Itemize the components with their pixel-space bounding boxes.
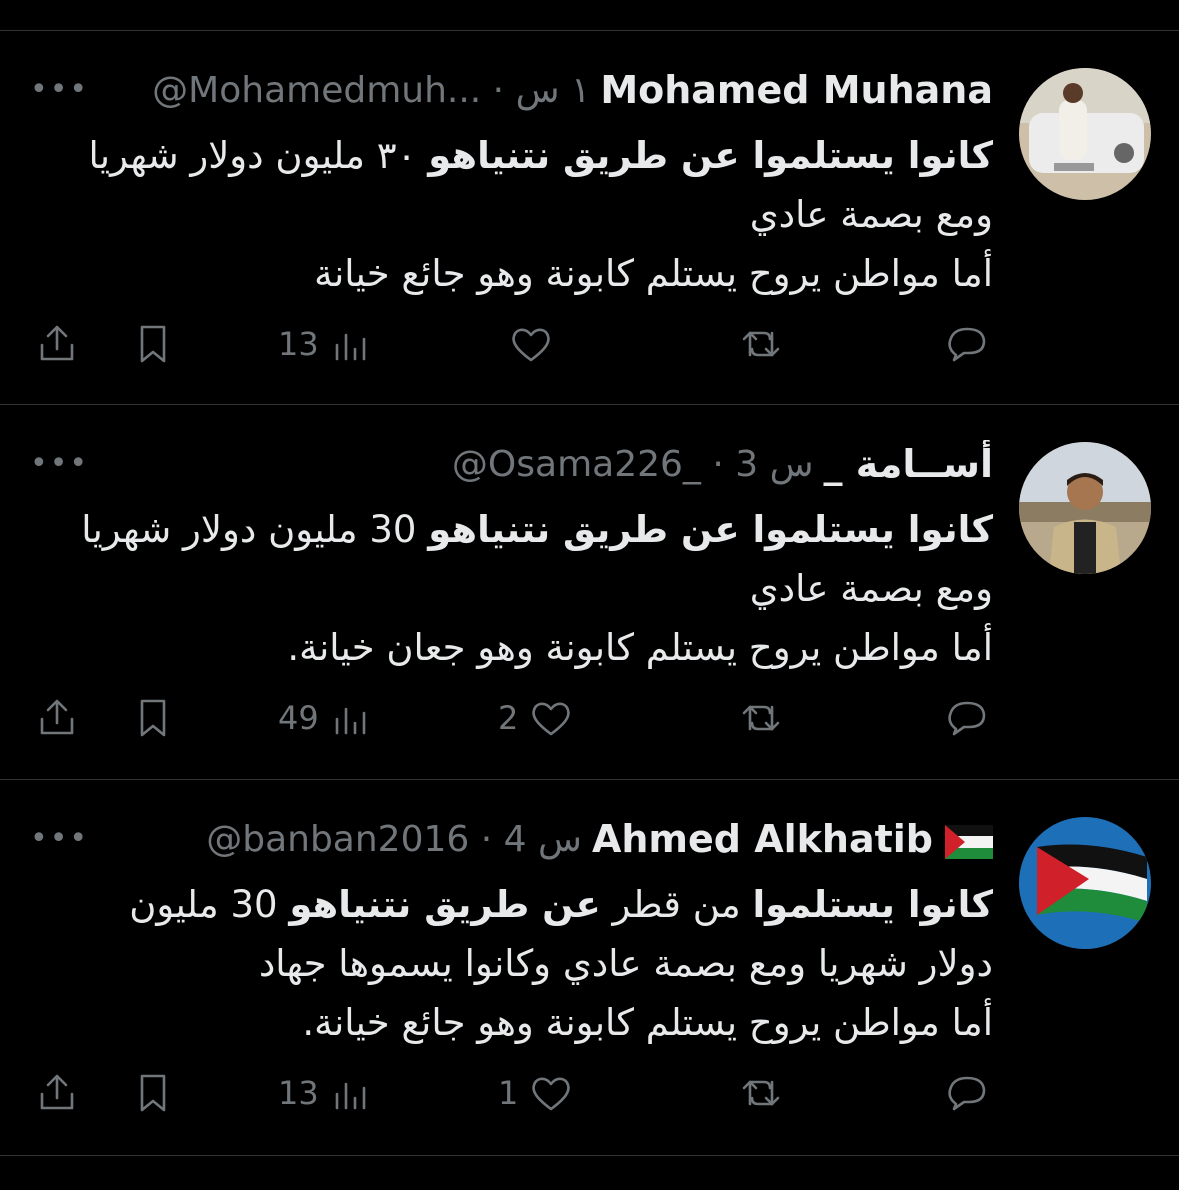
reply-icon	[948, 1076, 986, 1111]
share-button[interactable]	[32, 686, 82, 750]
bookmark-button[interactable]	[128, 686, 178, 750]
divider-top	[0, 30, 1179, 31]
tweet-line-3: أما مواطن يروح يستلم كابونة وهو جائع خيا…	[314, 252, 993, 295]
views-count: 13	[278, 1074, 319, 1112]
divider-bottom	[0, 1155, 1179, 1156]
tweet-header: ••• @Mohamedmuh... · ١ س Mohamed Muhana	[30, 66, 993, 114]
tweet-3[interactable]: ••• @banban2016 · 4 س Ahmed Alkhatib كان…	[0, 781, 1179, 1155]
like-count: 2	[498, 699, 519, 737]
reply-button[interactable]	[942, 312, 992, 376]
handle-and-time[interactable]: @Mohamedmuh... · ١ س	[152, 70, 590, 111]
views-count: 49	[278, 699, 319, 737]
avatar-photo-icon	[1019, 442, 1151, 574]
handle-and-time[interactable]: @Osama226_ · 3 س	[452, 444, 814, 485]
share-icon	[40, 1074, 74, 1110]
palestine-flag-avatar-icon	[1019, 817, 1151, 949]
reply-icon	[948, 327, 986, 362]
bookmark-button[interactable]	[128, 1061, 178, 1125]
more-options-button[interactable]: •••	[30, 75, 89, 105]
retweet-icon	[742, 331, 780, 357]
tweet-bold-text: كانوا يستلموا عن طريق نتنياهو	[428, 134, 993, 177]
like-button[interactable]: 1	[498, 1061, 576, 1125]
tweet-bold-text: عن طريق نتنياهو	[289, 883, 601, 926]
tweet-text-segment: ٣٠ مليون دولار شهريا	[88, 134, 429, 177]
tweet-line-2: ومع بصمة عادي	[749, 567, 993, 610]
like-icon	[512, 328, 550, 362]
views-icon	[335, 1082, 366, 1110]
tweet-text: كانوا يستلموا عن طريق نتنياهو 30 مليون د…	[40, 500, 993, 677]
tweet-2[interactable]: ••• @Osama226_ · 3 س أســامة _ كانوا يست…	[0, 406, 1179, 780]
tweet-1[interactable]: ••• @Mohamedmuh... · ١ س Mohamed Muhana …	[0, 32, 1179, 406]
tweet-text: كانوا يستلموا من قطر عن طريق نتنياهو 30 …	[40, 875, 993, 1052]
handle-and-time[interactable]: @banban2016 · 4 س	[206, 819, 582, 860]
bookmark-icon	[140, 325, 166, 363]
tweet-text: كانوا يستلموا عن طريق نتنياهو ٣٠ مليون د…	[40, 126, 993, 303]
display-name[interactable]: أســامة _	[824, 442, 993, 486]
like-icon	[532, 1077, 571, 1111]
avatar-osama[interactable]	[1019, 442, 1151, 574]
avatar-ahmed[interactable]	[1019, 817, 1151, 949]
share-icon	[40, 699, 74, 735]
bookmark-icon	[140, 1074, 166, 1112]
tweet-header: ••• @Osama226_ · 3 س أســامة _	[30, 440, 993, 488]
avatar-photo-icon	[1019, 68, 1151, 200]
views-count: 13	[278, 325, 319, 363]
display-name-text: Ahmed Alkhatib	[591, 817, 933, 861]
tweet-line-2: ومع بصمة عادي	[749, 193, 993, 236]
views-button[interactable]: 13	[278, 312, 377, 376]
retweet-button[interactable]	[736, 686, 786, 750]
reply-button[interactable]	[942, 686, 992, 750]
tweet-line-1: كانوا يستلموا عن طريق نتنياهو 30 مليون د…	[40, 500, 993, 559]
retweet-button[interactable]	[736, 1061, 786, 1125]
reply-button[interactable]	[942, 1061, 992, 1125]
tweet-line-3: أما مواطن يروح يستلم كابونة وهو جعان خيا…	[287, 626, 993, 669]
avatar-mohamed[interactable]	[1019, 68, 1151, 200]
retweet-button[interactable]	[736, 312, 786, 376]
palestine-flag-icon	[945, 824, 993, 859]
more-options-button[interactable]: •••	[30, 824, 89, 854]
share-button[interactable]	[32, 1061, 82, 1125]
tweet-line-1: كانوا يستلموا عن طريق نتنياهو ٣٠ مليون د…	[40, 126, 993, 185]
tweet-line-1: كانوا يستلموا من قطر عن طريق نتنياهو 30 …	[40, 875, 993, 934]
display-name[interactable]: Ahmed Alkhatib	[592, 817, 993, 861]
views-icon	[335, 333, 366, 361]
reply-icon	[948, 701, 986, 736]
action-bar: 13	[30, 312, 993, 376]
tweet-line-3: أما مواطن يروح يستلم كابونة وهو جائع خيا…	[302, 1001, 993, 1044]
views-icon	[335, 707, 366, 735]
action-bar: 13 1	[30, 1061, 993, 1125]
tweet-text-segment: 30 مليون دولار شهريا	[81, 508, 429, 551]
like-button[interactable]: 2	[498, 686, 576, 750]
display-name[interactable]: Mohamed Muhana	[600, 68, 993, 112]
like-button[interactable]	[498, 312, 556, 376]
action-bar: 49 2	[30, 686, 993, 750]
tweet-bold-text: كانوا يستلموا عن طريق نتنياهو	[428, 508, 993, 551]
views-button[interactable]: 13	[278, 1061, 377, 1125]
retweet-icon	[742, 705, 780, 731]
like-icon	[532, 702, 571, 736]
more-options-button[interactable]: •••	[30, 449, 89, 479]
tweet-text-segment: 30 مليون	[129, 883, 290, 926]
views-button[interactable]: 49	[278, 686, 377, 750]
bookmark-button[interactable]	[128, 312, 178, 376]
bookmark-icon	[140, 699, 166, 737]
tweet-line-2: دولار شهريا ومع بصمة عادي وكانوا يسموها …	[258, 942, 993, 985]
like-count: 1	[498, 1074, 519, 1112]
share-icon	[40, 325, 74, 361]
tweet-bold-text: كانوا يستلموا	[752, 883, 994, 926]
retweet-icon	[742, 1080, 780, 1106]
share-button[interactable]	[32, 312, 82, 376]
tweet-text-segment: من قطر	[600, 883, 753, 926]
tweet-header: ••• @banban2016 · 4 س Ahmed Alkhatib	[30, 815, 993, 863]
